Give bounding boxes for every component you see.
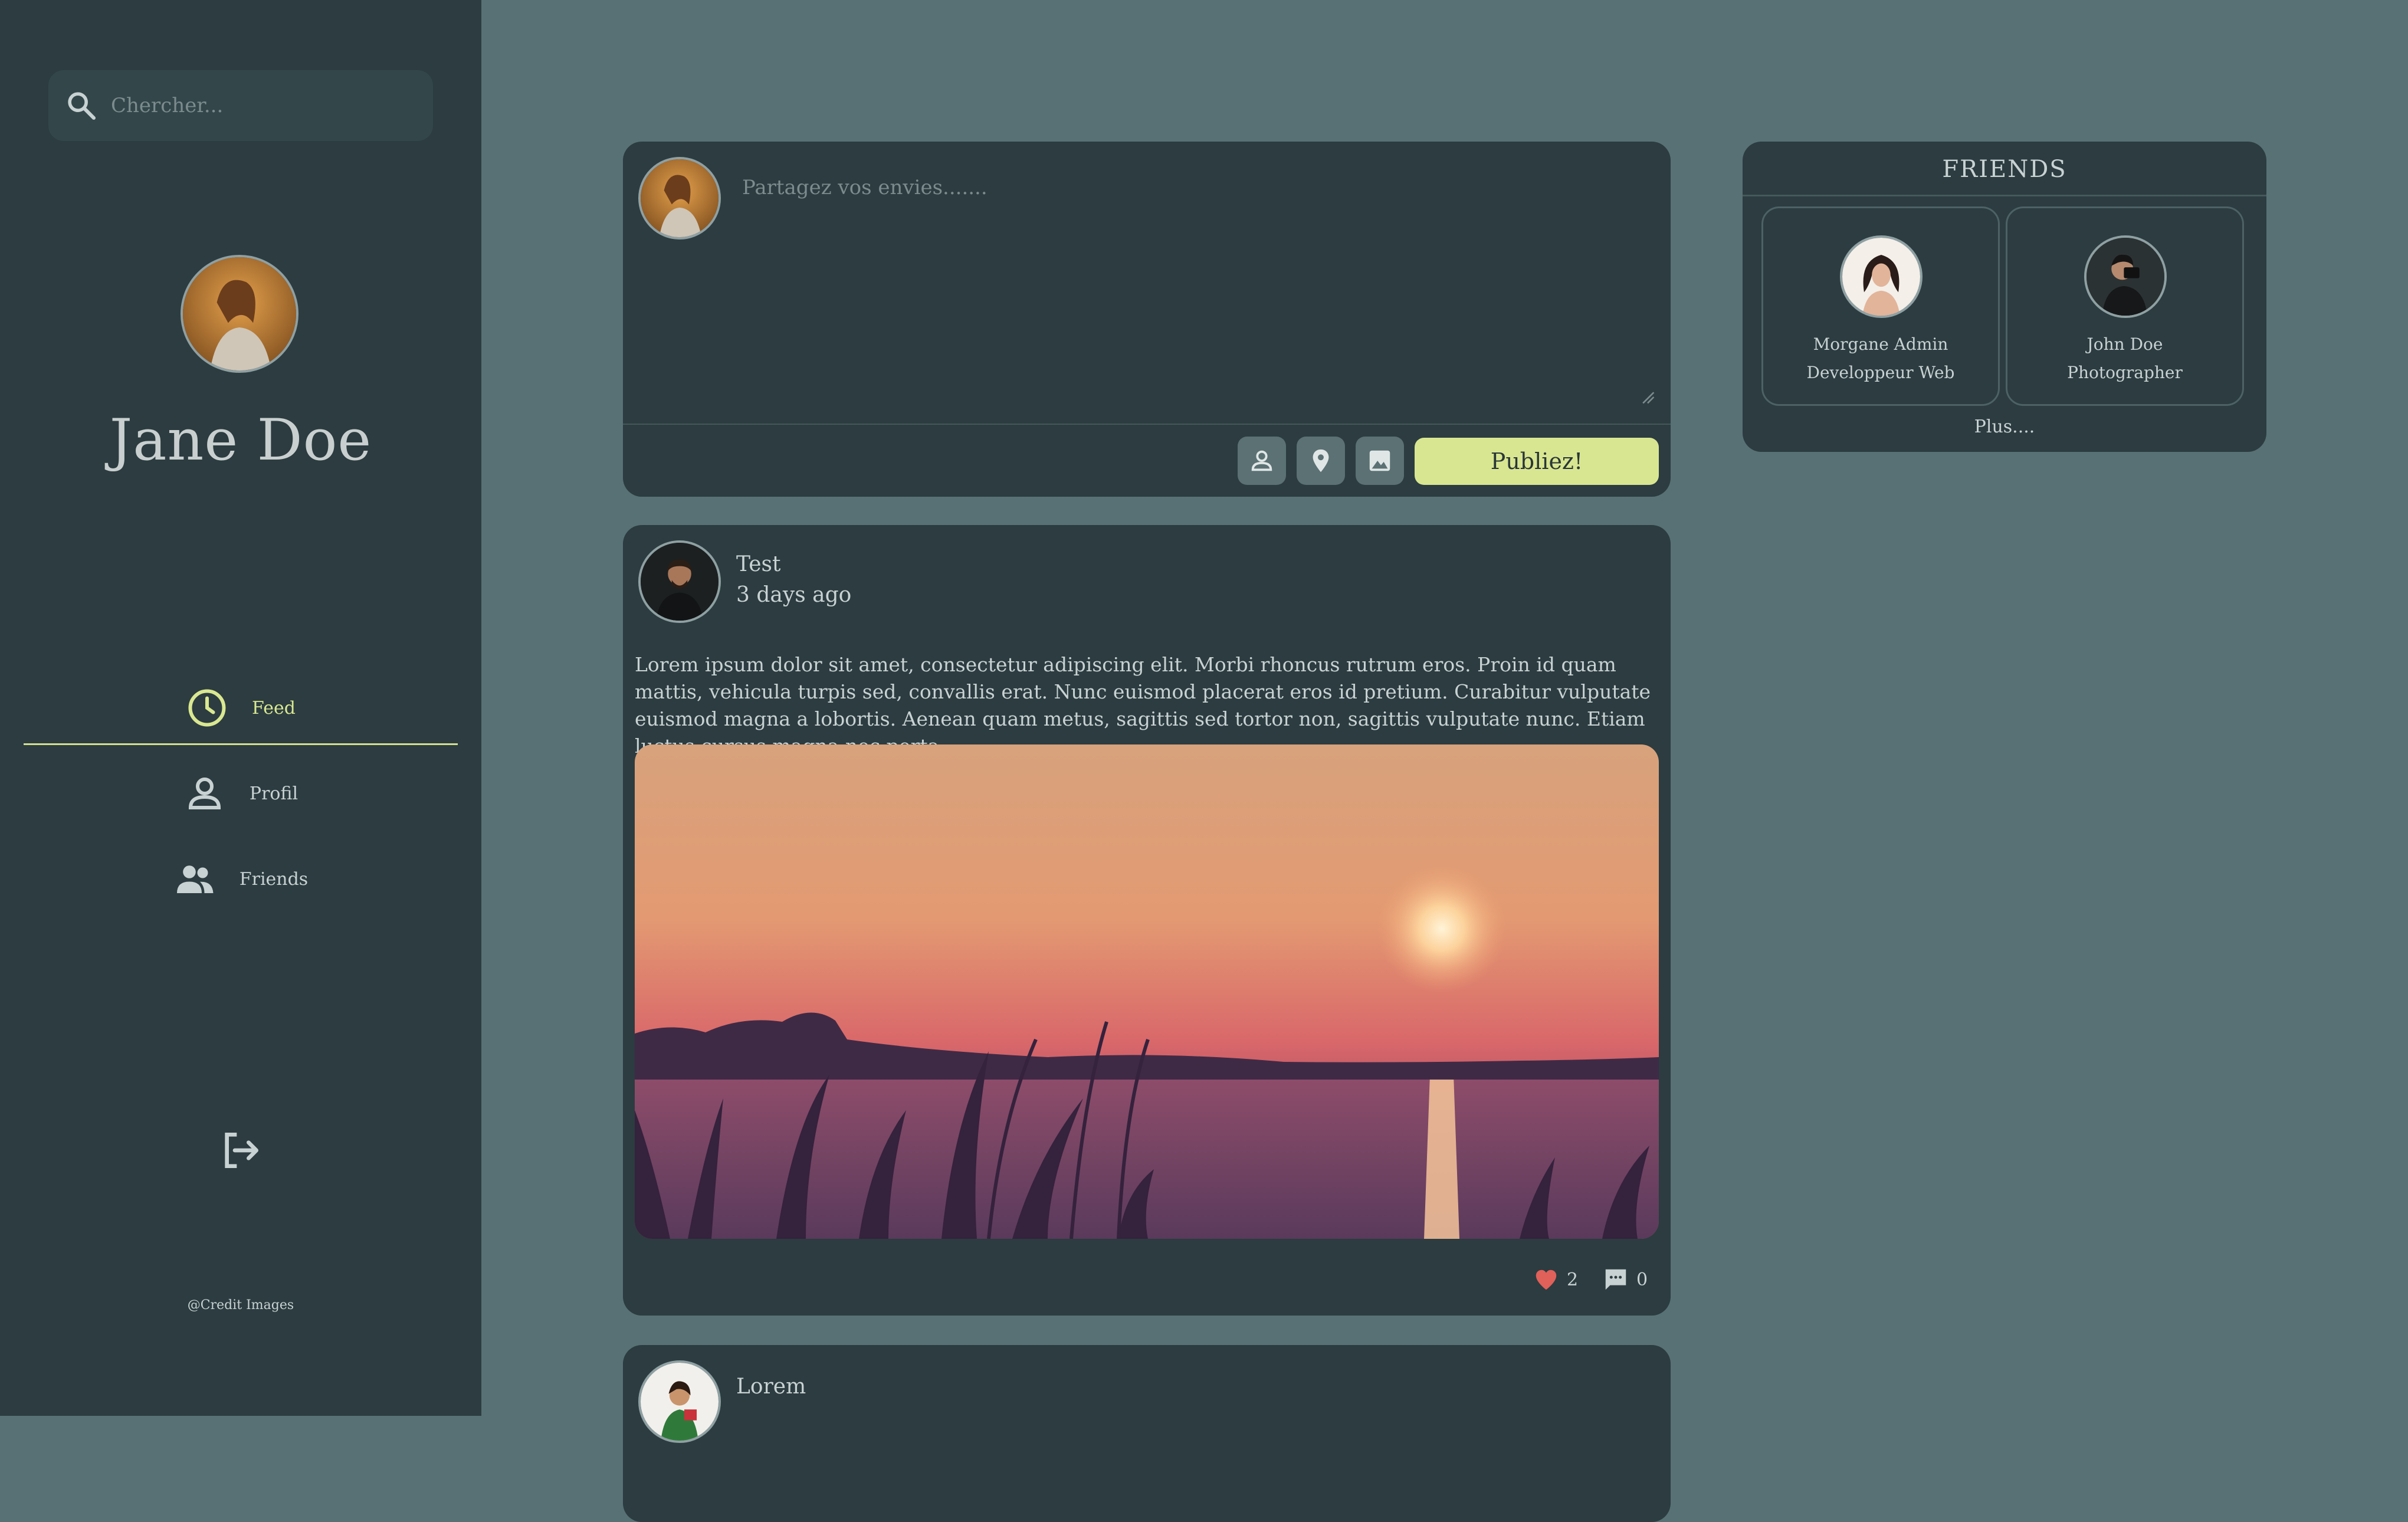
add-location-button[interactable] [1297, 437, 1345, 485]
location-pin-icon [1313, 449, 1329, 473]
logout-button[interactable] [217, 1127, 264, 1174]
post-composer: Publiez! [623, 142, 1671, 497]
post-author[interactable]: Lorem [736, 1375, 806, 1399]
friends-title: FRIENDS [1942, 156, 2067, 183]
divider [623, 424, 1671, 425]
nav-item-label: Feed [252, 697, 296, 719]
friends-panel: FRIENDS Morgane Admin Developpeur Web Jo… [1743, 142, 2266, 452]
nav-item-friends[interactable]: Friends [24, 844, 458, 914]
add-image-button[interactable] [1356, 437, 1404, 485]
person-icon [188, 778, 221, 809]
comment-button[interactable]: 0 [1602, 1266, 1648, 1293]
post-card: Lorem [623, 1345, 1671, 1522]
author-avatar[interactable] [638, 540, 721, 623]
friend-name: Morgane Admin [1813, 334, 1948, 354]
nav-item-label: Friends [239, 868, 309, 890]
friend-name: John Doe [2087, 334, 2163, 354]
post-image[interactable] [635, 744, 1659, 1239]
profile-avatar [181, 255, 298, 373]
friend-avatar [2084, 235, 2167, 318]
comment-count: 0 [1636, 1269, 1648, 1290]
author-avatar[interactable] [638, 1360, 721, 1443]
friend-card[interactable]: Morgane Admin Developpeur Web [1761, 206, 2000, 406]
profile-name: Jane Doe [109, 407, 372, 473]
post-author[interactable]: Test [736, 552, 780, 576]
friends-more-link[interactable]: Plus.... [1743, 416, 2266, 437]
composer-avatar [638, 157, 721, 240]
divider [1743, 195, 2266, 196]
sidebar: Jane Doe Feed Profil Friends @Credit Ima… [0, 0, 481, 1416]
friend-role: Developpeur Web [1806, 363, 1955, 382]
post-body: Lorem ipsum dolor sit amet, consectetur … [635, 653, 1651, 757]
search-input[interactable] [110, 93, 419, 118]
credit-link[interactable]: @Credit Images [0, 1298, 481, 1313]
comment-icon [1605, 1269, 1626, 1290]
people-icon [176, 865, 214, 893]
logout-icon [225, 1133, 258, 1168]
publish-button[interactable]: Publiez! [1415, 438, 1659, 485]
search-icon [68, 92, 96, 120]
nav-item-profil[interactable]: Profil [24, 758, 458, 829]
image-icon [1369, 450, 1390, 471]
heart-icon [1536, 1270, 1557, 1290]
nav-item-label: Profil [249, 783, 298, 804]
like-button[interactable]: 2 [1533, 1266, 1578, 1293]
clock-icon [188, 689, 226, 727]
like-count: 2 [1567, 1269, 1579, 1290]
search-bar[interactable] [48, 70, 433, 141]
friend-role: Photographer [2067, 363, 2183, 382]
person-icon [1251, 450, 1272, 471]
friend-avatar [1840, 235, 1923, 318]
resize-grip-icon[interactable] [1640, 389, 1655, 405]
friend-card[interactable]: John Doe Photographer [2006, 206, 2244, 406]
composer-textarea[interactable] [741, 175, 1652, 437]
post-card: Test 3 days ago Lorem ipsum dolor sit am… [623, 525, 1671, 1316]
nav-item-feed[interactable]: Feed [24, 673, 458, 745]
tag-person-button[interactable] [1238, 437, 1286, 485]
post-timestamp: 3 days ago [736, 583, 852, 607]
